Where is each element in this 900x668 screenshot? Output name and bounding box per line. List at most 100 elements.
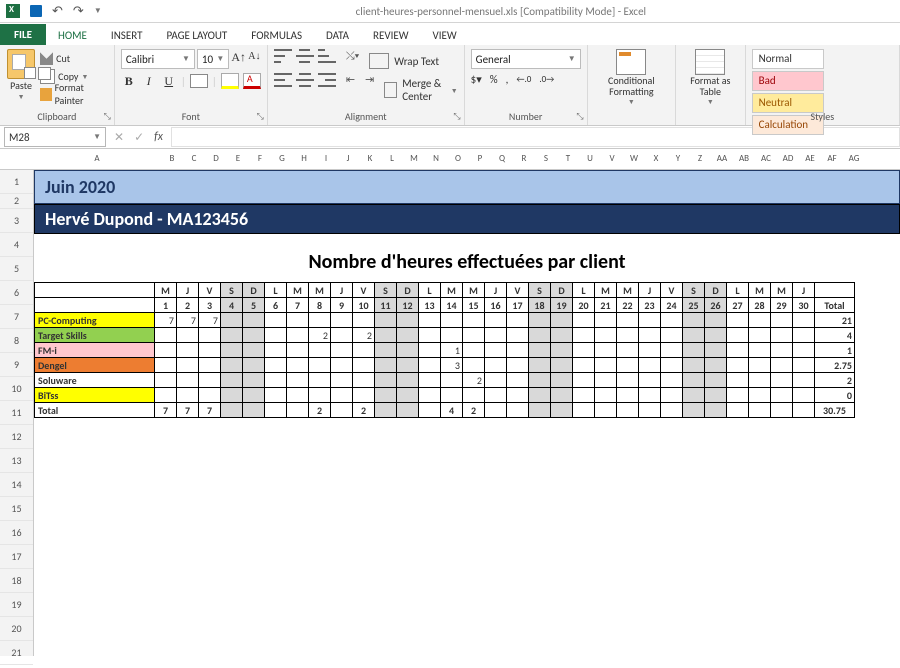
cell[interactable]	[727, 388, 749, 403]
cell[interactable]	[639, 328, 661, 343]
conditional-formatting-button[interactable]: Conditional Formatting ▼	[588, 45, 676, 125]
row-header[interactable]: 1	[0, 170, 33, 194]
cell[interactable]: 28	[749, 298, 771, 313]
cell[interactable]	[639, 313, 661, 328]
cell[interactable]	[551, 343, 573, 358]
format-painter-button[interactable]: Format Painter	[40, 85, 108, 103]
font-color-button[interactable]	[243, 73, 261, 89]
cell[interactable]: 4	[815, 328, 855, 343]
cell[interactable]	[551, 313, 573, 328]
cell[interactable]	[221, 358, 243, 373]
cell[interactable]	[617, 328, 639, 343]
cell[interactable]: 3	[199, 298, 221, 313]
cell[interactable]	[287, 373, 309, 388]
cell[interactable]	[727, 358, 749, 373]
cell[interactable]	[551, 328, 573, 343]
cell[interactable]: M	[749, 283, 771, 298]
column-header[interactable]: L	[381, 149, 403, 169]
cell[interactable]	[397, 373, 419, 388]
cell[interactable]: 1	[155, 298, 177, 313]
cell[interactable]	[507, 373, 529, 388]
cell[interactable]	[375, 343, 397, 358]
cell[interactable]	[683, 403, 705, 418]
cell[interactable]: 10	[353, 298, 375, 313]
style-bad[interactable]: Bad	[752, 71, 824, 91]
cell[interactable]	[419, 343, 441, 358]
column-header[interactable]: Y	[667, 149, 689, 169]
cell[interactable]: L	[573, 283, 595, 298]
cell[interactable]: Total	[35, 403, 155, 418]
cell[interactable]	[331, 403, 353, 418]
cell[interactable]	[243, 328, 265, 343]
cell[interactable]	[705, 403, 727, 418]
cell[interactable]	[573, 358, 595, 373]
cell[interactable]	[375, 358, 397, 373]
comma-format-button[interactable]: ,	[506, 73, 509, 86]
cell[interactable]	[705, 328, 727, 343]
cell[interactable]	[309, 313, 331, 328]
cell[interactable]: V	[199, 283, 221, 298]
cell[interactable]: 13	[419, 298, 441, 313]
cell[interactable]: 7	[199, 403, 221, 418]
row-header[interactable]: 12	[0, 425, 33, 449]
cell[interactable]	[221, 373, 243, 388]
tab-file[interactable]: FILE	[0, 24, 46, 45]
cell[interactable]	[419, 328, 441, 343]
cell[interactable]	[617, 388, 639, 403]
cell[interactable]	[771, 373, 793, 388]
cell[interactable]	[331, 328, 353, 343]
row-header[interactable]: 21	[0, 641, 33, 665]
column-header[interactable]: AC	[755, 149, 777, 169]
accounting-format-button[interactable]: $▾	[471, 73, 482, 86]
column-header[interactable]: P	[469, 149, 491, 169]
cell[interactable]	[617, 358, 639, 373]
row-header[interactable]: 7	[0, 305, 33, 329]
cell[interactable]: J	[177, 283, 199, 298]
cell[interactable]	[309, 388, 331, 403]
cell[interactable]	[441, 313, 463, 328]
cell[interactable]	[595, 373, 617, 388]
cell[interactable]	[177, 373, 199, 388]
cell[interactable]	[331, 313, 353, 328]
cell[interactable]: J	[793, 283, 815, 298]
clipboard-launcher-icon[interactable]: ⤡	[104, 111, 111, 122]
cell[interactable]	[793, 373, 815, 388]
cell[interactable]	[661, 343, 683, 358]
cell[interactable]: 1	[441, 343, 463, 358]
cell[interactable]	[639, 388, 661, 403]
cell[interactable]	[243, 313, 265, 328]
cell[interactable]: 2	[177, 298, 199, 313]
font-launcher-icon[interactable]: ⤡	[257, 111, 264, 122]
cell[interactable]: 29	[771, 298, 793, 313]
cell[interactable]	[35, 283, 155, 298]
cell[interactable]	[771, 358, 793, 373]
paste-button[interactable]: Paste ▼	[6, 49, 36, 103]
cell[interactable]	[265, 343, 287, 358]
row-header[interactable]: 14	[0, 473, 33, 497]
cell[interactable]	[507, 403, 529, 418]
column-header[interactable]: J	[337, 149, 359, 169]
cell[interactable]	[551, 403, 573, 418]
cell[interactable]: FM-i	[35, 343, 155, 358]
orientation-button[interactable]: ⤯▾	[346, 49, 359, 69]
underline-button[interactable]: U	[161, 73, 177, 89]
cell[interactable]	[683, 313, 705, 328]
cell[interactable]	[529, 343, 551, 358]
cell[interactable]	[749, 373, 771, 388]
cell[interactable]	[441, 373, 463, 388]
cell[interactable]: Dengel	[35, 358, 155, 373]
cell[interactable]: L	[419, 283, 441, 298]
cancel-formula-icon[interactable]: ✕	[114, 130, 124, 145]
cell[interactable]: J	[485, 283, 507, 298]
cell[interactable]	[573, 403, 595, 418]
column-header[interactable]: AF	[821, 149, 843, 169]
cell[interactable]: Soluware	[35, 373, 155, 388]
row-header[interactable]: 5	[0, 257, 33, 281]
cell[interactable]	[155, 373, 177, 388]
percent-format-button[interactable]: %	[490, 73, 498, 86]
select-all-corner[interactable]	[0, 149, 33, 169]
cell[interactable]	[639, 403, 661, 418]
row-header[interactable]: 2	[0, 194, 33, 209]
tab-formulas[interactable]: FORMULAS	[239, 26, 314, 45]
align-right-button[interactable]	[318, 73, 336, 87]
